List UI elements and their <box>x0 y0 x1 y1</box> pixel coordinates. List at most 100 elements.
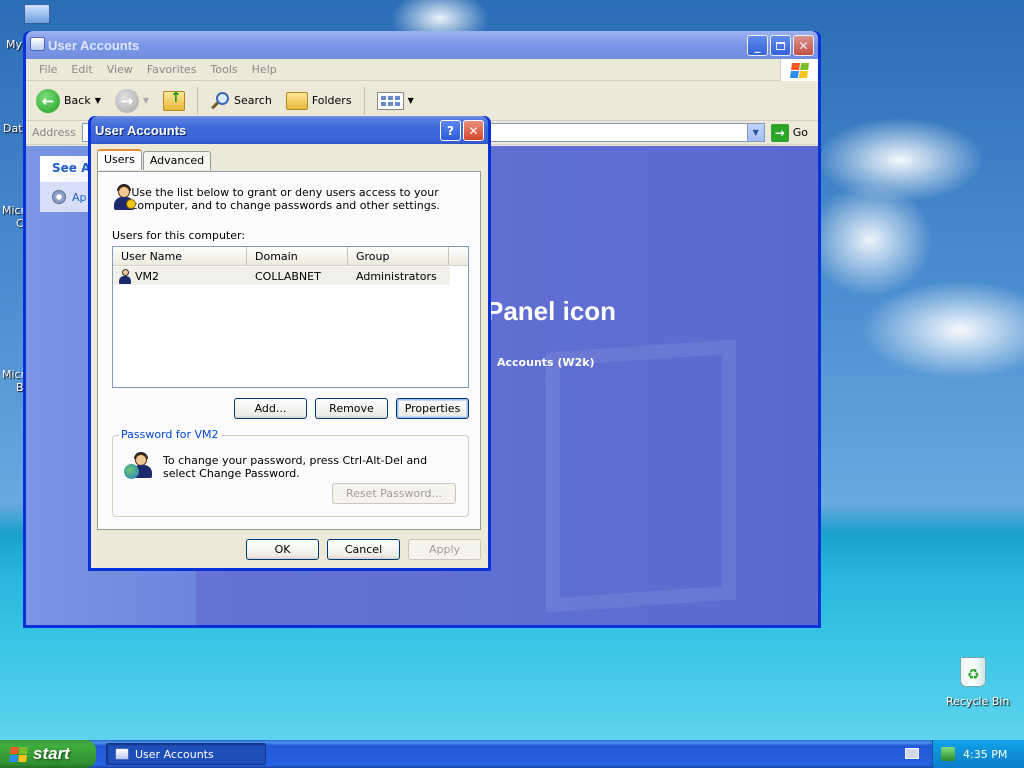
folders-icon <box>285 91 308 110</box>
table-row[interactable]: VM2 COLLABNET Administrators <box>113 267 450 285</box>
cell-user-name: VM2 <box>113 267 247 285</box>
address-label: Address <box>32 126 76 139</box>
go-label: Go <box>792 126 808 139</box>
maximize-button[interactable] <box>770 35 791 56</box>
go-arrow-icon: → <box>770 123 789 142</box>
properties-button[interactable]: Properties <box>396 398 469 419</box>
intro-text: Use the list below to grant or deny user… <box>131 186 440 212</box>
my-computer-icon[interactable] <box>22 2 54 30</box>
users-list-label: Users for this computer: <box>112 229 246 242</box>
network-icon[interactable] <box>941 747 955 761</box>
menu-bar: File Edit View Favorites Tools Help <box>26 59 818 81</box>
start-label: start <box>33 744 70 763</box>
user-accounts-dialog: User Accounts ? ✕ Users Advanced Use the… <box>88 116 491 571</box>
back-label: Back <box>64 94 91 107</box>
column-user-name[interactable]: User Name <box>113 247 247 265</box>
up-folder-icon: ↑ <box>163 90 186 111</box>
views-button[interactable]: ▼ <box>373 89 418 113</box>
minimize-icon: _ <box>754 38 761 53</box>
toolbar: ← Back ▼ → ▼ ↑ Search Folders ▼ <box>26 81 818 121</box>
close-icon: ✕ <box>798 38 809 53</box>
close-icon: ✕ <box>468 123 479 138</box>
cell-group: Administrators <box>356 269 437 283</box>
see-also-item-label: Ap <box>72 190 87 204</box>
forward-dropdown-icon[interactable]: ▼ <box>143 96 149 105</box>
recycle-bin-label: Recycle Bin <box>946 695 1010 708</box>
dialog-titlebar[interactable]: User Accounts ? ✕ <box>91 116 488 144</box>
maximize-icon <box>776 41 785 50</box>
users-tab-panel: Use the list below to grant or deny user… <box>97 171 481 530</box>
password-instructions: To change your password, press Ctrl-Alt-… <box>163 454 428 480</box>
taskbar-item-label: User Accounts <box>135 747 214 761</box>
up-folder-button[interactable]: ↑ <box>159 88 189 114</box>
dialog-title: User Accounts <box>95 122 187 138</box>
recycle-bin-icon: ♻ <box>960 657 986 687</box>
remove-button[interactable]: Remove <box>315 398 388 419</box>
password-group-legend: Password for VM2 <box>119 428 221 441</box>
tab-advanced[interactable]: Advanced <box>142 151 212 170</box>
help-button[interactable]: ? <box>440 120 461 141</box>
folders-button[interactable]: Folders <box>282 89 356 113</box>
address-dropdown-icon[interactable]: ▼ <box>746 124 764 141</box>
start-button[interactable]: start <box>0 740 96 768</box>
recycle-bin[interactable]: ♻ Recycle Bin <box>940 655 1010 710</box>
toolbar-separator <box>197 86 199 115</box>
system-tray: 4:35 PM <box>932 740 1024 768</box>
ok-button[interactable]: OK <box>246 539 319 560</box>
menu-edit[interactable]: Edit <box>64 63 99 76</box>
windows-logo-icon <box>780 59 818 81</box>
users-list[interactable]: User Name Domain Group VM2 COLLABNET Adm… <box>112 246 469 388</box>
apply-button[interactable]: Apply <box>408 539 481 560</box>
cancel-button[interactable]: Cancel <box>327 539 400 560</box>
menu-favorites[interactable]: Favorites <box>140 63 204 76</box>
desktop-icon-label-my[interactable]: My <box>6 38 22 51</box>
user-icon <box>117 268 133 284</box>
tab-users[interactable]: Users <box>97 149 142 170</box>
clock[interactable]: 4:35 PM <box>963 748 1007 761</box>
user-keys-icon <box>110 184 136 210</box>
back-button[interactable]: ← Back ▼ <box>32 86 105 116</box>
back-arrow-icon: ← <box>36 88 60 113</box>
column-domain[interactable]: Domain <box>247 247 348 265</box>
explorer-titlebar[interactable]: User Accounts _ ✕ <box>26 31 818 59</box>
menu-help[interactable]: Help <box>245 63 284 76</box>
keyboard-icon[interactable] <box>905 748 919 759</box>
add-button[interactable]: Add... <box>234 398 307 419</box>
folders-label: Folders <box>311 94 352 107</box>
column-filler <box>449 247 468 265</box>
help-icon: ? <box>447 123 454 138</box>
back-dropdown-icon[interactable]: ▼ <box>95 96 101 105</box>
search-button[interactable]: Search <box>206 88 276 114</box>
cell-user-name-text: VM2 <box>135 269 160 283</box>
menu-file[interactable]: File <box>32 63 64 76</box>
checkmark-watermark-icon <box>546 339 736 613</box>
minimize-button[interactable]: _ <box>747 35 768 56</box>
content-heading: Panel icon <box>486 296 617 326</box>
search-label: Search <box>234 94 272 107</box>
views-icon <box>376 91 404 110</box>
views-dropdown-icon[interactable]: ▼ <box>408 96 414 105</box>
taskbar: start User Accounts 4:35 PM <box>0 740 1024 768</box>
forward-arrow-icon: → <box>114 88 139 113</box>
desktop-icon-label-data[interactable]: Dat <box>3 122 23 135</box>
go-button[interactable]: → Go <box>770 123 818 142</box>
control-panel-icon <box>115 748 129 760</box>
menu-view[interactable]: View <box>100 63 140 76</box>
settings-icon <box>52 190 66 204</box>
toolbar-separator-2 <box>363 86 365 115</box>
close-button[interactable]: ✕ <box>793 35 814 56</box>
dialog-close-button[interactable]: ✕ <box>463 120 484 141</box>
taskbar-item-user-accounts[interactable]: User Accounts <box>106 743 266 765</box>
user-globe-icon <box>123 452 153 484</box>
explorer-title: User Accounts <box>48 37 140 53</box>
cell-domain: COLLABNET <box>255 269 321 283</box>
search-icon <box>210 91 230 111</box>
reset-password-button[interactable]: Reset Password... <box>332 483 456 504</box>
password-group: Password for VM2 To change your password… <box>112 428 469 517</box>
dialog-tabs: Users Advanced <box>97 149 212 170</box>
users-list-header: User Name Domain Group <box>113 247 468 266</box>
forward-button[interactable]: → ▼ <box>111 86 153 116</box>
menu-tools[interactable]: Tools <box>204 63 245 76</box>
control-panel-icon <box>30 37 45 51</box>
column-group[interactable]: Group <box>348 247 449 265</box>
